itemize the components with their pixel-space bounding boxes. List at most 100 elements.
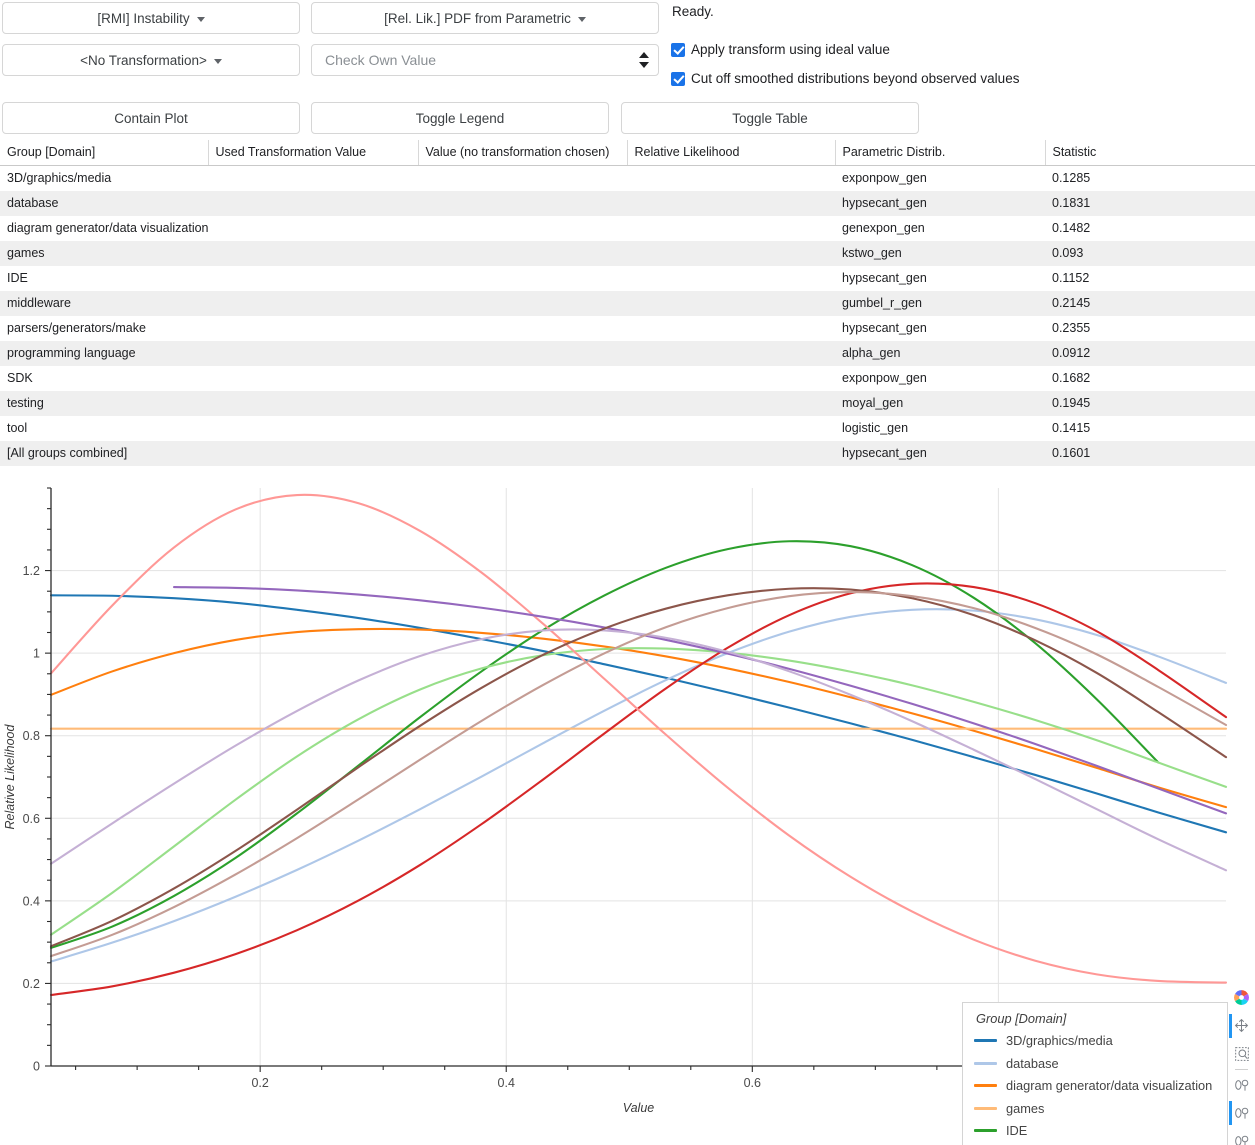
contain-plot-label: Contain Plot bbox=[114, 110, 188, 126]
column-header-distrib[interactable]: Parametric Distrib. bbox=[835, 140, 1046, 166]
table-cell-rel: <none> bbox=[627, 266, 835, 291]
zoom-out-icon[interactable] bbox=[1229, 1099, 1254, 1127]
table-cell-rel: <none> bbox=[627, 191, 835, 216]
spinner-down-icon[interactable] bbox=[639, 62, 649, 68]
legend-item-database[interactable]: database bbox=[974, 1052, 1217, 1075]
table-cell-rel: <none> bbox=[627, 166, 835, 191]
series-line-3d-graphics-media[interactable] bbox=[49, 593, 1228, 833]
table-cell-used: <none> bbox=[208, 441, 418, 466]
column-header-group[interactable]: Group [Domain] bbox=[0, 140, 209, 166]
table-cell-rel: <none> bbox=[627, 241, 835, 266]
table-cell-distrib: hypsecant_gen bbox=[842, 271, 927, 285]
pan-icon[interactable] bbox=[1229, 1012, 1254, 1040]
toggle-legend-label: Toggle Legend bbox=[415, 110, 505, 126]
table-cell-used: <none> bbox=[208, 191, 418, 216]
relative-likelihood-plot[interactable]: 00.20.40.60.811.20.20.40.60.8ValueRelati… bbox=[0, 475, 1255, 1145]
y-tick-label: 1 bbox=[33, 646, 40, 660]
contain-plot-button[interactable]: Contain Plot bbox=[2, 102, 300, 134]
table-cell-used: <none> bbox=[208, 416, 418, 441]
table-header-row: Group [Domain] Used Transformation Value… bbox=[0, 140, 1255, 166]
chevron-down-icon bbox=[577, 16, 586, 22]
y-tick-label: 0.6 bbox=[23, 811, 40, 825]
table-cell-used: <none> bbox=[208, 391, 418, 416]
x-tick-label: 0.2 bbox=[251, 1076, 268, 1090]
table-cell-distrib: alpha_gen bbox=[842, 346, 901, 360]
table-row[interactable]: diagram generator/data visualization<non… bbox=[0, 215, 1255, 241]
plotly-logo-icon[interactable] bbox=[1229, 984, 1254, 1012]
toggle-legend-button[interactable]: Toggle Legend bbox=[311, 102, 609, 134]
table-cell-stat: 0.2145 bbox=[1052, 296, 1091, 310]
table-row[interactable]: [All groups combined]<none><none><none>h… bbox=[0, 440, 1255, 466]
table-cell-used: <none> bbox=[208, 266, 418, 291]
spinner-arrows[interactable] bbox=[639, 52, 649, 68]
column-header-value[interactable]: Value (no transformation chosen) bbox=[418, 140, 628, 166]
legend-item-3d-graphics-media[interactable]: 3D/graphics/media bbox=[974, 1030, 1217, 1053]
statistics-table-container: Group [Domain] Used Transformation Value… bbox=[0, 140, 1255, 466]
apply-transform-checkbox-row[interactable]: Apply transform using ideal value bbox=[671, 42, 890, 57]
table-cell-distrib: hypsecant_gen bbox=[842, 321, 927, 335]
table-row[interactable]: programming language<none><none><none>al… bbox=[0, 340, 1255, 366]
legend-item-ide[interactable]: IDE bbox=[974, 1120, 1217, 1143]
table-cell-group: programming language bbox=[7, 346, 136, 360]
table-row[interactable]: games<none><none><none>kstwo_gen0.093 bbox=[0, 240, 1255, 266]
table-cell-distrib: exponpow_gen bbox=[842, 371, 927, 385]
table-cell-value: <none> bbox=[418, 341, 627, 366]
check-own-value-spinner[interactable]: Check Own Value bbox=[311, 44, 659, 76]
mode-dropdown[interactable]: [RMI] Instability bbox=[2, 2, 300, 34]
table-cell-stat: 0.1482 bbox=[1052, 221, 1091, 235]
legend-swatch-icon bbox=[974, 1084, 997, 1088]
table-cell-group: database bbox=[7, 196, 59, 210]
legend-item-label: 3D/graphics/media bbox=[1006, 1033, 1113, 1049]
table-row[interactable]: tool<none><none><none>logistic_gen0.1415 bbox=[0, 415, 1255, 441]
table-cell-value: <none> bbox=[418, 366, 627, 391]
column-header-used[interactable]: Used Transformation Value bbox=[208, 140, 419, 166]
table-cell-value: <none> bbox=[418, 216, 627, 241]
apply-transform-checkbox[interactable] bbox=[671, 42, 685, 57]
table-row[interactable]: database<none><none><none>hypsecant_gen0… bbox=[0, 190, 1255, 216]
table-cell-group: [All groups combined] bbox=[7, 446, 128, 460]
y-tick-label: 0.8 bbox=[23, 729, 40, 743]
legend-swatch-icon bbox=[974, 1039, 997, 1043]
series-line-sdk[interactable] bbox=[172, 585, 1228, 814]
series-line-middleware[interactable] bbox=[49, 646, 1228, 936]
table-cell-group: testing bbox=[7, 396, 44, 410]
legend-swatch-icon bbox=[974, 1106, 997, 1110]
table-cell-used: <none> bbox=[208, 166, 418, 191]
column-header-rel[interactable]: Relative Likelihood bbox=[627, 140, 836, 166]
table-cell-group: tool bbox=[7, 421, 28, 435]
cutoff-checkbox-row[interactable]: Cut off smoothed distributions beyond ob… bbox=[671, 71, 1019, 86]
legend-item-games[interactable]: games bbox=[974, 1097, 1217, 1120]
autoscale-icon[interactable] bbox=[1229, 1127, 1254, 1145]
x-tick-label: 0.6 bbox=[744, 1076, 761, 1090]
y-tick-label: 0.2 bbox=[23, 976, 40, 990]
table-row[interactable]: 3D/graphics/media<none><none><none>expon… bbox=[0, 165, 1255, 191]
table-cell-stat: 0.1415 bbox=[1052, 421, 1091, 435]
table-cell-stat: 0.2355 bbox=[1052, 321, 1091, 335]
series-line-programming-language[interactable] bbox=[49, 493, 1228, 984]
table-cell-stat: 0.1152 bbox=[1052, 271, 1090, 285]
plot-legend[interactable]: Group [Domain] 3D/graphics/media database… bbox=[962, 1001, 1228, 1145]
table-row[interactable]: middleware<none><none><none>gumbel_r_gen… bbox=[0, 290, 1255, 316]
series-line-parsers-generators-make[interactable] bbox=[49, 581, 1228, 996]
legend-item-diagram-generator-data-visualization[interactable]: diagram generator/data visualization bbox=[974, 1075, 1217, 1098]
zoom-in-icon[interactable] bbox=[1229, 1071, 1254, 1099]
column-header-statistic[interactable]: Statistic bbox=[1045, 140, 1255, 166]
table-cell-rel: <none> bbox=[627, 341, 835, 366]
modebar-separator bbox=[1235, 1068, 1248, 1070]
transformation-dropdown[interactable]: <No Transformation> bbox=[2, 44, 300, 76]
table-row[interactable]: SDK<none><none><none>exponpow_gen0.1682 bbox=[0, 365, 1255, 391]
transformation-dropdown-label: <No Transformation> bbox=[80, 52, 207, 68]
table-cell-rel: <none> bbox=[627, 366, 835, 391]
table-row[interactable]: parsers/generators/make<none><none><none… bbox=[0, 315, 1255, 341]
cutoff-checkbox[interactable] bbox=[671, 71, 685, 86]
y-tick-label: 1.2 bbox=[23, 564, 40, 578]
table-row[interactable]: testing<none><none><none>moyal_gen0.1945 bbox=[0, 390, 1255, 416]
table-row[interactable]: IDE<none><none><none>hypsecant_gen0.1152 bbox=[0, 265, 1255, 291]
plot-modebar[interactable] bbox=[1229, 984, 1254, 1145]
zoom-box-icon[interactable] bbox=[1229, 1040, 1254, 1068]
relationship-dropdown[interactable]: [Rel. Lik.] PDF from Parametric bbox=[311, 2, 659, 34]
table-cell-rel: <none> bbox=[627, 416, 835, 441]
spinner-up-icon[interactable] bbox=[639, 52, 649, 58]
toggle-table-button[interactable]: Toggle Table bbox=[621, 102, 919, 134]
table-cell-stat: 0.1601 bbox=[1052, 446, 1091, 460]
